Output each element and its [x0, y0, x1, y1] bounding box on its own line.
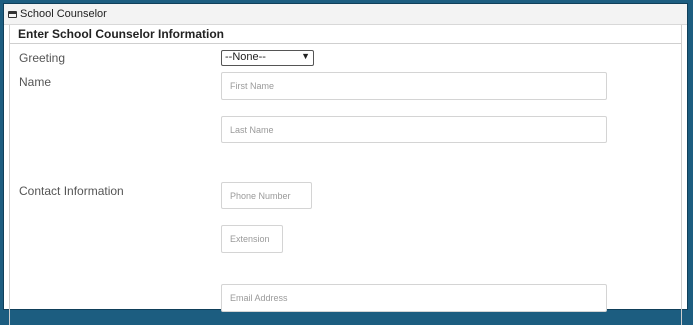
window-title: School Counselor	[20, 8, 107, 20]
greeting-select[interactable]: --None-- ▼	[221, 50, 314, 66]
window-icon	[8, 11, 17, 18]
greeting-label: Greeting	[19, 51, 66, 65]
last-name-placeholder: Last Name	[230, 124, 274, 135]
phone-number-placeholder: Phone Number	[230, 190, 291, 201]
window-frame: School Counselor Enter School Counselor …	[3, 3, 688, 325]
first-name-placeholder: First Name	[230, 81, 275, 91]
name-label: Name	[19, 75, 52, 89]
phone-number-input[interactable]: Phone Number	[221, 182, 312, 209]
email-address-placeholder: Email Address	[230, 293, 288, 303]
panel-header: Enter School Counselor Information	[10, 25, 681, 44]
first-name-input[interactable]: First Name	[221, 72, 607, 100]
chevron-down-icon: ▼	[301, 51, 310, 61]
counselor-form-panel: Enter School Counselor Information Greet…	[9, 25, 682, 325]
contact-info-label: Contact Information	[19, 184, 124, 198]
panel-title: Enter School Counselor Information	[18, 27, 225, 41]
window-titlebar: School Counselor	[4, 4, 687, 25]
last-name-input[interactable]: Last Name	[221, 116, 607, 143]
extension-placeholder: Extension	[230, 234, 270, 244]
email-address-input[interactable]: Email Address	[221, 284, 607, 312]
greeting-selected-value: --None--	[225, 51, 266, 63]
extension-input[interactable]: Extension	[221, 225, 283, 253]
